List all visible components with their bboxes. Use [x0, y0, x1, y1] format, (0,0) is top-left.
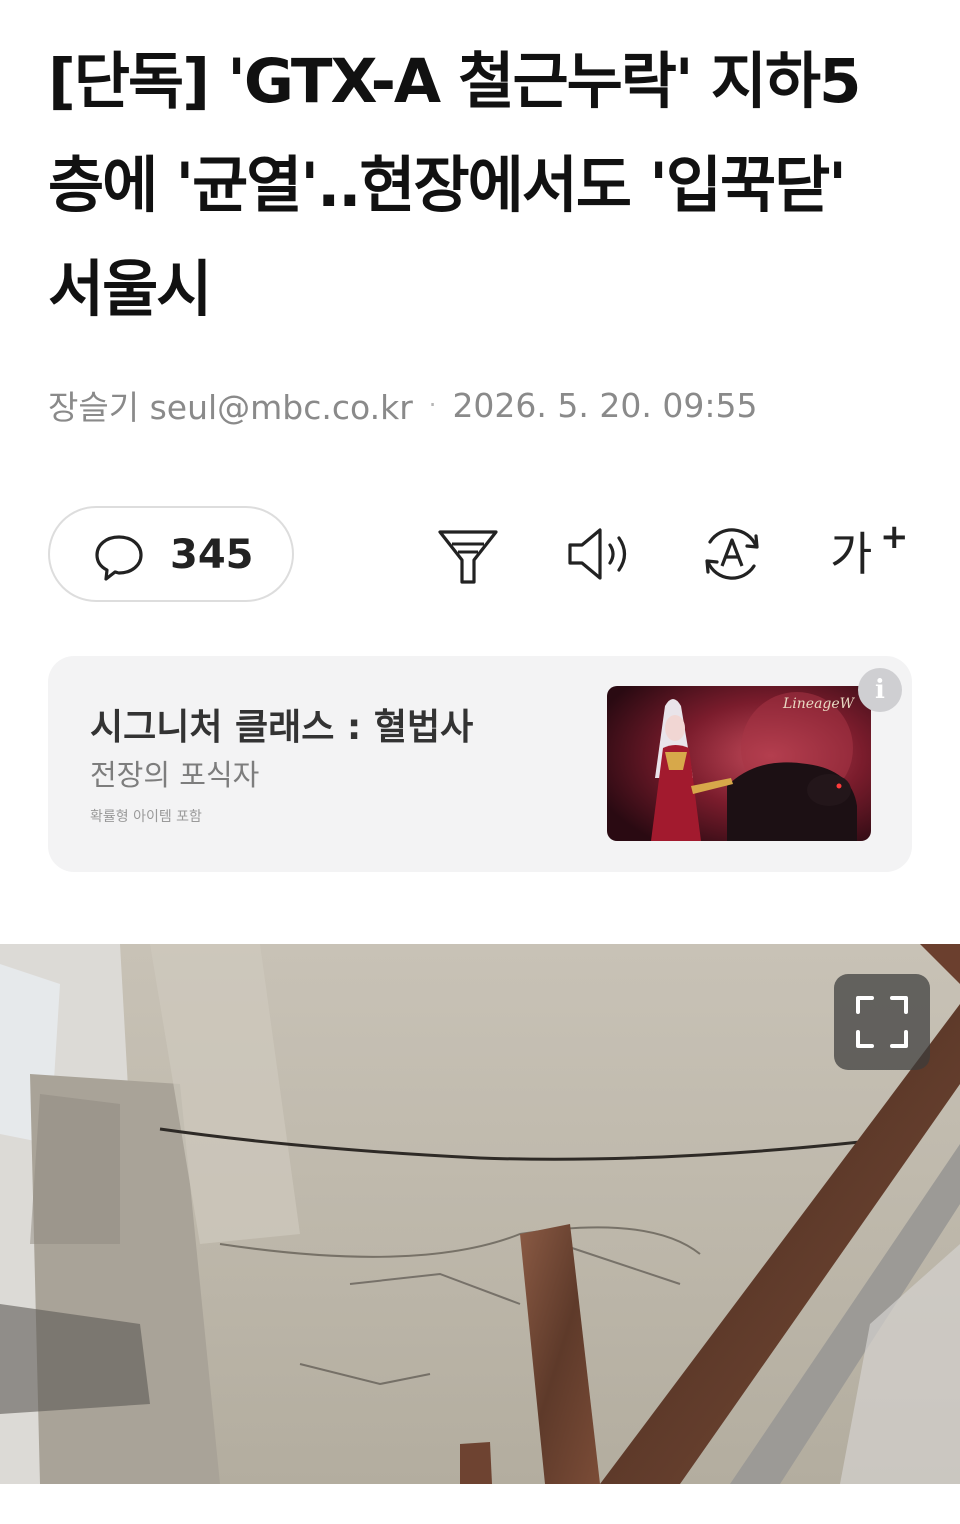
- speech-bubble-icon: [95, 535, 143, 581]
- author-name: 장슬기 seul@mbc.co.kr: [48, 388, 413, 427]
- speaker-icon[interactable]: [564, 518, 636, 590]
- comment-count: 345: [170, 532, 254, 578]
- article-headline: [단독] 'GTX-A 철근누락' 지하5층에 '균열'..현장에서도 '입꾹닫…: [48, 46, 861, 325]
- published-date: 2026. 5. 20. 09:55: [452, 385, 758, 425]
- font-size-label: 가: [830, 527, 873, 581]
- ad-banner[interactable]: 시그니처 클래스 : 혈법사 전장의 포식자 확률형 아이템 포함 Lineag…: [48, 656, 912, 872]
- filter-funnel-icon[interactable]: [432, 518, 504, 590]
- ad-subtitle: 전장의 포식자: [90, 758, 260, 792]
- ad-info-icon[interactable]: i: [858, 668, 902, 712]
- article-byline: 장슬기 seul@mbc.co.kr · 2026. 5. 20. 09:55: [48, 380, 757, 430]
- concrete-crack-photo: [0, 944, 960, 1484]
- plus-icon: +: [880, 517, 909, 557]
- expand-photo-button[interactable]: [834, 974, 930, 1070]
- byline-separator: ·: [428, 391, 437, 419]
- article-photo[interactable]: [0, 944, 960, 1484]
- ad-title: 시그니처 클래스 : 혈법사: [90, 707, 474, 748]
- ad-game-image[interactable]: LineageW: [607, 686, 871, 841]
- ad-brand-logo: LineageW: [782, 696, 856, 712]
- ad-disclaimer: 확률형 아이템 포함: [90, 809, 202, 825]
- article-toolbar: 345 가 +: [48, 506, 912, 602]
- ad-artwork: LineageW: [607, 686, 871, 841]
- font-size-button[interactable]: 가 +: [830, 520, 910, 592]
- comment-button[interactable]: 345: [48, 506, 294, 602]
- fullscreen-expand-icon: [856, 996, 908, 1048]
- translate-a-icon[interactable]: [696, 518, 768, 590]
